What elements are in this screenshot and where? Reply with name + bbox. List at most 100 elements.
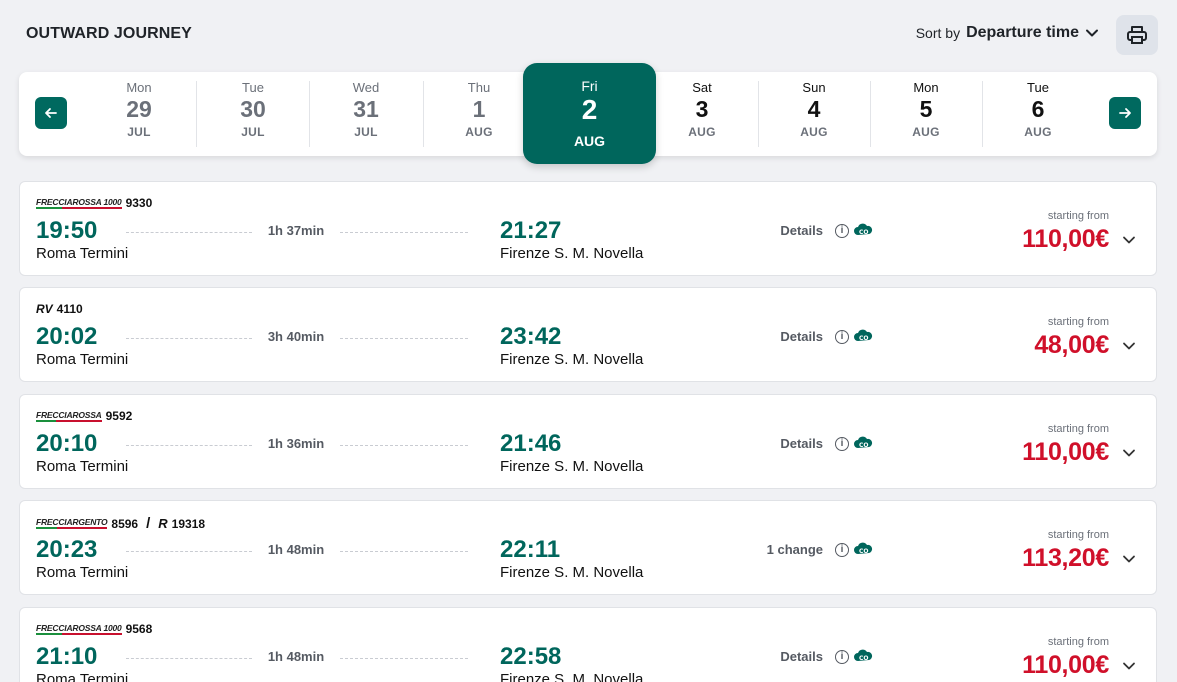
details-link[interactable]: Details [780,223,823,238]
price: 110,00€ [1022,438,1109,466]
train-number: 9592 [105,409,133,423]
train-number: 9330 [125,196,153,210]
trip-duration: 1h 36min [267,436,325,451]
previous-dates-button[interactable] [35,97,67,129]
co2-cloud-icon[interactable]: CO [853,541,873,557]
info-icon[interactable]: i [835,543,849,557]
train-brand-logo: R [158,516,168,531]
details-link[interactable]: 1 change [767,542,823,557]
date-divider [758,81,759,147]
chevron-down-icon[interactable] [1121,445,1137,461]
solution-card[interactable]: FRECCIAROSSA 1000 9568 21:10 Roma Termini 1h… [19,607,1157,682]
svg-text:CO: CO [859,548,869,555]
chevron-down-icon[interactable] [1121,338,1137,354]
co2-cloud-icon[interactable]: CO [853,328,873,344]
solution-card[interactable]: FRECCIARGENTO 8596 / R 19318 20:23 Roma Termin… [19,500,1157,595]
departure-time: 21:10 [36,643,98,670]
date-month: JUL [127,125,151,139]
arrival-station: Firenze S. M. Novella [500,458,644,475]
svg-text:CO: CO [859,335,869,342]
date-day: 4 [807,96,821,122]
arrival-station: Firenze S. M. Novella [500,245,644,262]
info-icon[interactable]: i [835,330,849,344]
date-item[interactable]: Sat 3 AUG [646,80,758,148]
arrival-station: Firenze S. M. Novella [500,564,644,581]
date-day: 29 [126,96,152,122]
train-number: 19318 [171,516,206,531]
starting-from-label: starting from [1047,316,1109,328]
date-item[interactable]: Tue 6 AUG [982,80,1094,148]
route-line [340,658,468,659]
co2-cloud-icon[interactable]: CO [853,435,873,451]
date-day: 2 [581,94,598,125]
arrival-time: 21:46 [500,430,562,457]
date-item[interactable]: Mon 5 AUG [870,80,982,148]
date-weekday: Fri [581,78,598,94]
starting-from-label: starting from [1047,636,1109,648]
date-item[interactable]: Sun 4 AUG [758,80,870,148]
date-item[interactable]: Mon 29 JUL [83,80,195,148]
results-header: OUTWARD JOURNEY Sort by Departure time [0,0,1177,64]
date-selected[interactable]: Fri 2 AUG [523,63,656,164]
next-dates-button[interactable] [1109,97,1141,129]
date-weekday: Thu [467,80,491,95]
trip-duration: 1h 48min [267,649,325,664]
date-weekday: Tue [242,80,264,95]
details-link[interactable]: Details [780,329,823,344]
train-info: FRECCIAROSSA 1000 9330 [36,196,152,210]
info-icon[interactable]: i [835,650,849,664]
details-link[interactable]: Details [780,436,823,451]
chevron-down-icon[interactable] [1121,658,1137,674]
train-number: 9568 [125,622,153,636]
date-item[interactable]: Tue 30 JUL [197,80,309,148]
route-line [340,551,468,552]
arrival-time: 21:27 [500,217,562,244]
chevron-down-icon[interactable] [1121,232,1137,248]
details-link[interactable]: Details [780,649,823,664]
arrival-time: 22:58 [500,643,562,670]
solution-card[interactable]: FRECCIAROSSA 9592 20:10 Roma Termini 1h 36mi… [19,394,1157,489]
date-item[interactable]: Thu 1 AUG [423,80,535,148]
date-divider [982,81,983,147]
info-icon[interactable]: i [835,224,849,238]
route-line [126,551,252,552]
print-button[interactable] [1116,15,1158,55]
co2-cloud-icon[interactable]: CO [853,222,873,238]
route-line [340,338,468,339]
departure-time: 20:23 [36,536,98,563]
departure-time: 19:50 [36,217,98,244]
sort-value: Departure time [966,24,1079,41]
departure-time: 20:02 [36,323,98,350]
route-line [126,445,252,446]
sort-dropdown[interactable]: Sort by Departure time [916,24,1099,42]
train-brand-logo: FRECCIAROSSA 1000 [36,622,122,635]
train-brand-logo: RV [36,302,53,316]
train-brand-logo: FRECCIAROSSA [36,409,102,422]
printer-icon [1127,26,1147,44]
date-divider [423,81,424,147]
date-weekday: Sat [692,80,712,95]
train-brand-logo: FRECCIARGENTO [36,517,108,529]
date-month: JUL [354,125,378,139]
date-day: 30 [240,96,266,122]
departure-station: Roma Termini [36,458,129,475]
date-month: AUG [912,125,940,139]
date-item[interactable]: Wed 31 JUL [310,80,422,148]
date-month: AUG [800,125,828,139]
departure-station: Roma Termini [36,245,129,262]
date-month: AUG [688,125,716,139]
info-icon[interactable]: i [835,437,849,451]
date-day: 1 [472,96,486,122]
starting-from-label: starting from [1047,423,1109,435]
solution-card[interactable]: FRECCIAROSSA 1000 9330 19:50 Roma Termini 1h… [19,181,1157,276]
svg-text:CO: CO [859,229,869,236]
arrival-station: Firenze S. M. Novella [500,351,644,368]
date-month: JUL [241,125,265,139]
solution-card[interactable]: RV 4110 20:02 Roma Termini 3h 40min 23:42 Fire… [19,287,1157,382]
trip-duration: 1h 48min [267,542,325,557]
svg-text:CO: CO [859,442,869,449]
chevron-down-icon[interactable] [1121,551,1137,567]
co2-cloud-icon[interactable]: CO [853,648,873,664]
departure-time: 20:10 [36,430,98,457]
train-info: FRECCIAROSSA 9592 [36,409,132,423]
